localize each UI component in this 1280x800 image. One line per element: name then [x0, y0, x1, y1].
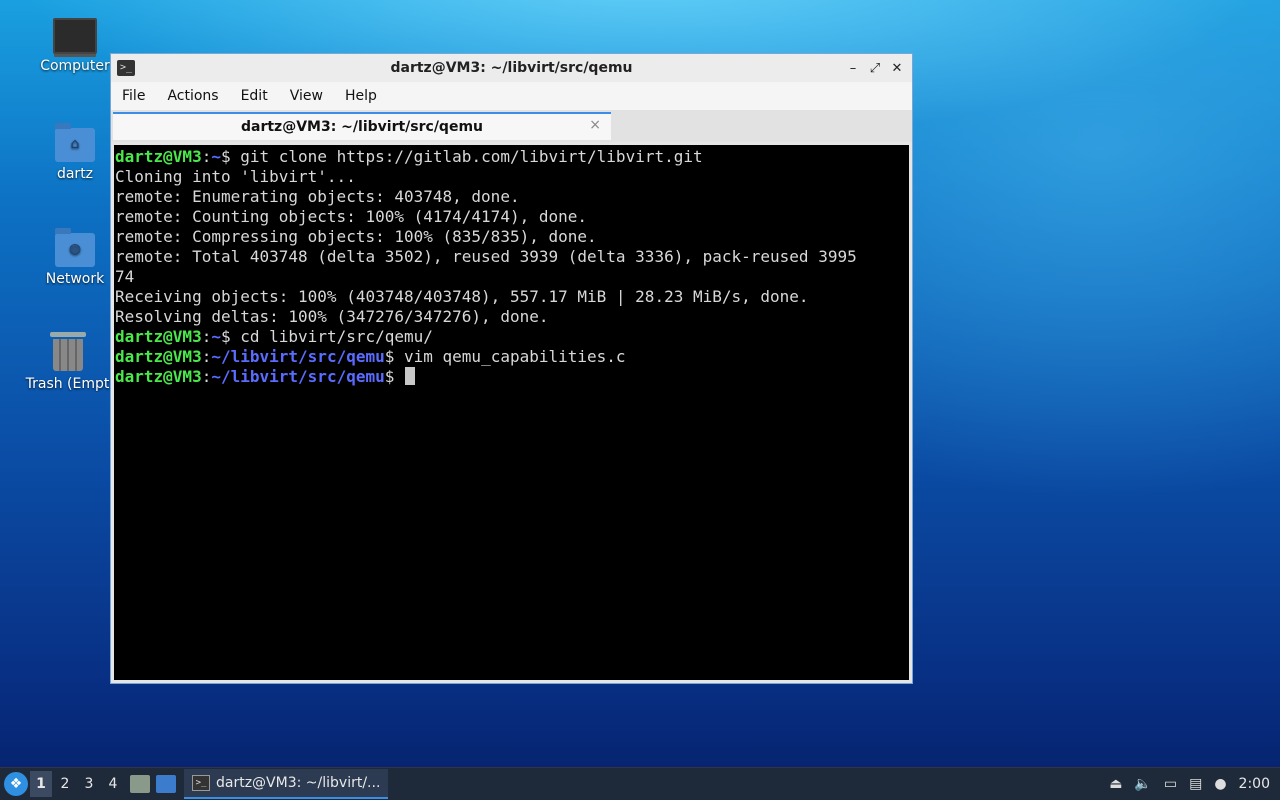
- network-folder-icon: ◍: [55, 228, 95, 267]
- workspace-1[interactable]: 1: [30, 771, 52, 797]
- terminal-window: >_ dartz@VM3: ~/libvirt/src/qemu – ⤢ ✕ F…: [110, 53, 913, 684]
- minimize-button[interactable]: –: [846, 61, 860, 76]
- workspace-2[interactable]: 2: [54, 771, 76, 797]
- terminal-line: Cloning into 'libvirt'...: [115, 167, 356, 186]
- prompt-path: ~/libvirt/src/qemu: [211, 347, 385, 366]
- notification-icon[interactable]: ●: [1214, 776, 1226, 792]
- prompt-user: dartz@VM3: [115, 327, 202, 346]
- prompt-user: dartz@VM3: [115, 347, 202, 366]
- tab-terminal[interactable]: dartz@VM3: ~/libvirt/src/qemu ×: [113, 112, 611, 140]
- terminal-line: remote: Counting objects: 100% (4174/417…: [115, 207, 588, 226]
- menu-help[interactable]: Help: [334, 88, 388, 104]
- terminal-line: Resolving deltas: 100% (347276/347276), …: [115, 307, 549, 326]
- prompt-path: ~/libvirt/src/qemu: [211, 367, 385, 386]
- computer-icon: [53, 18, 97, 54]
- menu-actions[interactable]: Actions: [156, 88, 229, 104]
- terminal-line: remote: Total 403748 (delta 3502), reuse…: [115, 247, 857, 266]
- desktop-icon-trash[interactable]: Trash (Empt: [20, 332, 115, 392]
- workspace-4[interactable]: 4: [102, 771, 124, 797]
- menu-file[interactable]: File: [111, 88, 156, 104]
- menu-view[interactable]: View: [279, 88, 334, 104]
- workspace-3[interactable]: 3: [78, 771, 100, 797]
- file-manager-icon[interactable]: [130, 775, 150, 793]
- tab-label: dartz@VM3: ~/libvirt/src/qemu: [240, 119, 483, 135]
- terminal-line: 74: [115, 267, 135, 286]
- prompt-path: ~: [211, 327, 221, 346]
- network-icon[interactable]: ▭: [1164, 776, 1177, 792]
- terminal-icon: >_: [192, 775, 210, 791]
- terminal-line: dartz@VM3:~/libvirt/src/qemu$: [115, 367, 909, 387]
- tab-close-icon[interactable]: ×: [589, 117, 601, 133]
- window-titlebar[interactable]: >_ dartz@VM3: ~/libvirt/src/qemu – ⤢ ✕: [111, 54, 912, 82]
- close-button[interactable]: ✕: [890, 61, 904, 76]
- terminal-line: remote: Compressing objects: 100% (835/8…: [115, 227, 597, 246]
- trash-icon: [49, 332, 86, 372]
- maximize-button[interactable]: ⤢: [868, 61, 882, 76]
- terminal-output[interactable]: dartz@VM3:~$ git clone https://gitlab.co…: [114, 145, 909, 680]
- volume-icon[interactable]: 🔈: [1134, 776, 1151, 792]
- clock[interactable]: 2:00: [1239, 776, 1270, 792]
- system-tray: ⏏ 🔈 ▭ ▤ ● 2:00: [1109, 776, 1270, 792]
- terminal-line: dartz@VM3:~/libvirt/src/qemu$ vim qemu_c…: [115, 347, 626, 366]
- terminal-line: dartz@VM3:~$ git clone https://gitlab.co…: [115, 147, 703, 166]
- text-cursor: [405, 367, 415, 385]
- tab-bar: dartz@VM3: ~/libvirt/src/qemu ×: [111, 110, 912, 142]
- terminal-line: dartz@VM3:~$ cd libvirt/src/qemu/: [115, 327, 433, 346]
- terminal-line: Receiving objects: 100% (403748/403748),…: [115, 287, 809, 306]
- window-title: dartz@VM3: ~/libvirt/src/qemu: [390, 60, 633, 76]
- app-menu-icon[interactable]: ❖: [4, 772, 28, 796]
- clipboard-icon[interactable]: ▤: [1189, 776, 1202, 792]
- home-folder-icon: ⌂: [55, 123, 95, 162]
- menu-edit[interactable]: Edit: [230, 88, 279, 104]
- prompt-path: ~: [211, 147, 221, 166]
- prompt-user: dartz@VM3: [115, 367, 202, 386]
- menubar: File Actions Edit View Help: [111, 82, 912, 110]
- upload-icon[interactable]: ⏏: [1109, 776, 1122, 792]
- task-label: dartz@VM3: ~/libvirt/...: [216, 775, 381, 791]
- terminal-line: remote: Enumerating objects: 403748, don…: [115, 187, 520, 206]
- terminal-icon[interactable]: >_: [117, 60, 135, 76]
- show-desktop-icon[interactable]: [156, 775, 176, 793]
- desktop-icon-label: Trash (Empt: [25, 376, 110, 392]
- taskbar: ❖ 1 2 3 4 >_ dartz@VM3: ~/libvirt/... ⏏ …: [0, 767, 1280, 800]
- taskbar-task-terminal[interactable]: >_ dartz@VM3: ~/libvirt/...: [184, 769, 389, 799]
- prompt-user: dartz@VM3: [115, 147, 202, 166]
